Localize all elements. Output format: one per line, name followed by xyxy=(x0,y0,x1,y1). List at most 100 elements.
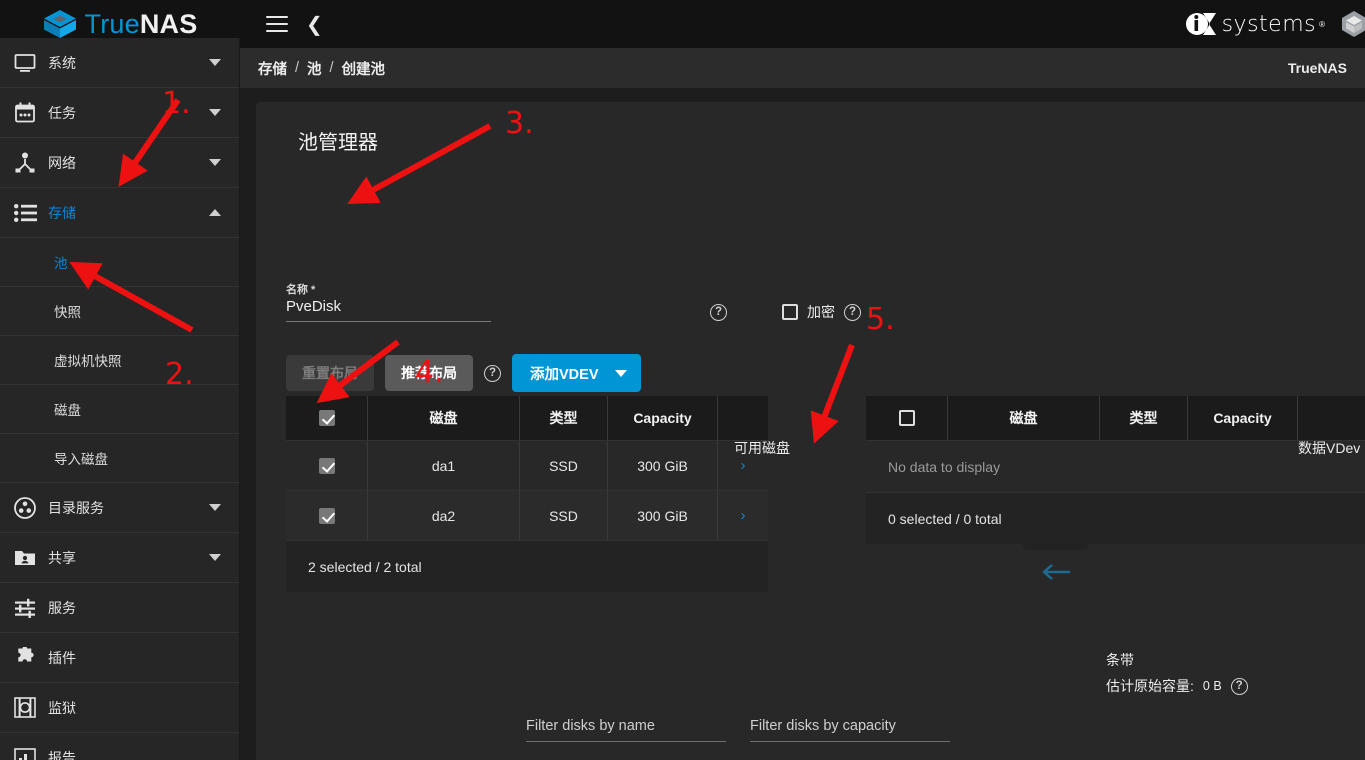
sidebar-label: 存储 xyxy=(48,204,76,221)
row-select-cell[interactable] xyxy=(286,491,368,540)
chevron-down-icon[interactable] xyxy=(209,59,221,66)
encryption-help-icon[interactable]: ? xyxy=(844,303,861,321)
chevron-right-icon[interactable]: › xyxy=(718,441,768,490)
column-header-disk[interactable]: 磁盘 xyxy=(948,396,1100,440)
column-header-capacity[interactable]: Capacity xyxy=(1188,396,1298,440)
network-icon xyxy=(14,152,48,173)
pool-name-input[interactable] xyxy=(286,298,491,322)
estimated-raw-help-icon[interactable]: ? xyxy=(1230,677,1248,695)
brand-wordmark: TrueNAS CORE xyxy=(85,8,198,49)
breadcrumb: 存储 / 池 / 创建池 TrueNAS xyxy=(240,48,1365,88)
available-disks-footer: 2 selected / 2 total xyxy=(286,540,768,592)
sliders-icon xyxy=(14,598,48,618)
sidebar-item-services[interactable]: 服务 xyxy=(0,583,239,633)
chevron-right-icon[interactable]: › xyxy=(718,491,768,540)
chevron-up-icon[interactable] xyxy=(209,209,221,216)
add-vdev-label: 添加VDEV xyxy=(530,366,599,383)
monitor-icon xyxy=(14,53,48,73)
chevron-down-icon[interactable] xyxy=(209,554,221,561)
move-left-button[interactable] xyxy=(1023,553,1088,591)
row-checkbox[interactable] xyxy=(318,507,335,524)
cell-disk: da1 xyxy=(368,441,520,490)
select-all-checkbox[interactable] xyxy=(898,410,915,426)
reset-layout-button[interactable]: 重置布局 xyxy=(286,355,374,391)
column-header-type[interactable]: 类型 xyxy=(520,396,608,440)
vdev-layout-select[interactable]: 条带 xyxy=(1106,650,1365,670)
sidebar-item-system[interactable]: 系统 xyxy=(0,38,239,88)
sidebar-label: 共享 xyxy=(48,549,76,566)
chevron-down-icon[interactable] xyxy=(209,504,221,511)
sidebar-item-vm-snapshots[interactable]: 虚拟机快照 xyxy=(0,336,239,385)
sidebar-item-sharing[interactable]: 共享 xyxy=(0,533,239,583)
puzzle-icon xyxy=(14,647,48,668)
column-header-type[interactable]: 类型 xyxy=(1100,396,1188,440)
sidebar-item-storage[interactable]: 存储 xyxy=(0,188,239,238)
chevron-left-icon[interactable]: ❮ xyxy=(306,14,323,34)
list-icon xyxy=(14,203,48,222)
pool-name-help-icon[interactable]: ? xyxy=(710,302,727,321)
breadcrumb-item-storage[interactable]: 存储 xyxy=(258,58,287,79)
encryption-checkbox[interactable] xyxy=(782,304,798,320)
sidebar-item-directory-services[interactable]: 目录服务 xyxy=(0,483,239,533)
sidebar-item-network[interactable]: 网络 xyxy=(0,138,239,188)
chevron-down-icon[interactable] xyxy=(209,159,221,166)
available-disks-table: 磁盘 类型 Capacity da1 SSD 300 GiB › da2 SSD xyxy=(286,396,768,592)
breadcrumb-separator: / xyxy=(329,60,334,76)
encryption-label: 加密 xyxy=(807,304,835,320)
pool-name-label: 名称 * xyxy=(286,284,316,296)
page-title: 池管理器 xyxy=(298,132,378,154)
chevron-down-icon[interactable] xyxy=(209,109,221,116)
row-select-cell[interactable] xyxy=(286,441,368,490)
ixsystems-wordmark: systems xyxy=(1221,11,1317,37)
sidebar-label: 监狱 xyxy=(48,699,76,716)
sidebar-label: 目录服务 xyxy=(48,499,104,516)
sidebar-item-tasks[interactable]: 任务 xyxy=(0,88,239,138)
sidebar-item-disks[interactable]: 磁盘 xyxy=(0,385,239,434)
filter-disks-by-name-input[interactable] xyxy=(526,718,726,742)
sidebar-item-pools[interactable]: 池 xyxy=(0,238,239,287)
column-header-capacity[interactable]: Capacity xyxy=(608,396,718,440)
row-checkbox[interactable] xyxy=(318,457,335,474)
main-content: 池管理器 名称 * ? 加密 ? 重置布局 推荐布局 ? 添加VDEV 可用磁盘… xyxy=(240,88,1365,760)
sidebar-label: 系统 xyxy=(48,54,76,71)
breadcrumb-separator: / xyxy=(295,60,300,76)
table-row[interactable]: da2 SSD 300 GiB › xyxy=(286,490,768,540)
column-header-expand xyxy=(718,396,768,440)
add-vdev-button[interactable]: 添加VDEV xyxy=(512,354,641,392)
sidebar-item-snapshots[interactable]: 快照 xyxy=(0,287,239,336)
sidebar-label: 报告 xyxy=(48,749,76,760)
sidebar-sub-label: 虚拟机快照 xyxy=(54,354,122,369)
table-header-row: 磁盘 类型 Capacity xyxy=(286,396,768,440)
cell-type: SSD xyxy=(520,441,608,490)
table-row[interactable]: da1 SSD 300 GiB › xyxy=(286,440,768,490)
cell-capacity: 300 GiB xyxy=(608,491,718,540)
hamburger-icon[interactable] xyxy=(266,16,288,32)
cube-icon[interactable] xyxy=(1339,9,1365,39)
sidebar-item-import-disk[interactable]: 导入磁盘 xyxy=(0,434,239,483)
sidebar-item-plugins[interactable]: 插件 xyxy=(0,633,239,683)
column-header-disk[interactable]: 磁盘 xyxy=(368,396,520,440)
column-header-expand xyxy=(1298,396,1365,440)
encryption-option[interactable]: 加密 ? xyxy=(782,302,861,322)
breadcrumb-right-title: TrueNAS xyxy=(1287,60,1347,76)
sidebar-label: 插件 xyxy=(48,649,76,666)
vdev-layout-value: 条带 xyxy=(1106,652,1134,668)
filter-disks-by-capacity-input[interactable] xyxy=(750,718,950,742)
sidebar-sub-label: 快照 xyxy=(54,305,81,320)
brand-name-bold: NAS xyxy=(139,8,198,39)
select-all-checkbox[interactable] xyxy=(318,410,335,426)
calendar-icon xyxy=(14,102,48,123)
suggest-layout-button[interactable]: 推荐布局 xyxy=(385,355,473,391)
breadcrumb-item-pool[interactable]: 池 xyxy=(307,58,322,79)
estimated-raw-value: 0 B xyxy=(1202,679,1222,693)
data-vdev-empty-message: No data to display xyxy=(866,440,1365,492)
select-all-cell[interactable] xyxy=(286,396,368,440)
select-all-cell[interactable] xyxy=(866,396,948,440)
share-folder-icon xyxy=(14,548,48,567)
layout-button-row: 重置布局 推荐布局 ? 添加VDEV xyxy=(286,354,641,392)
sidebar-label: 网络 xyxy=(48,154,76,171)
layout-help-icon[interactable]: ? xyxy=(484,364,501,382)
sidebar-item-jails[interactable]: 监狱 xyxy=(0,683,239,733)
truenas-logo-icon xyxy=(43,9,77,39)
sidebar-item-reporting[interactable]: 报告 xyxy=(0,733,239,760)
